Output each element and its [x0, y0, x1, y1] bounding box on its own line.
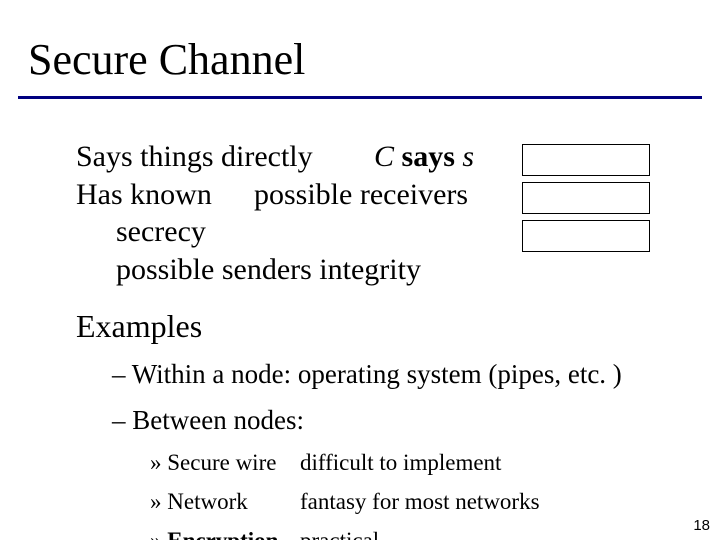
line2-left: Has known [76, 176, 254, 214]
title-underline [18, 96, 702, 99]
ss2-label: » Network [150, 486, 300, 517]
line1-left: Says things directly [76, 138, 374, 176]
slide: Secure Channel Says things directlyC say… [0, 0, 720, 540]
ss3-label: » Encryption [150, 525, 300, 540]
line1-says: says [394, 140, 462, 173]
line-has-known: Has knownpossible receivers [76, 176, 676, 214]
subexample-network: » Networkfantasy for most networks [76, 486, 676, 517]
slide-body: Says things directlyC says s Has knownpo… [76, 138, 676, 540]
line1-s: s [462, 140, 474, 173]
ss1-desc: difficult to implement [300, 450, 501, 475]
examples-heading: Examples [76, 306, 676, 346]
line-possible-senders: possible senders integrity [76, 251, 676, 289]
subexample-secure-wire: » Secure wiredifficult to implement [76, 447, 676, 478]
ss3-prefix: » [150, 528, 167, 540]
example-between-nodes: – Between nodes: [76, 402, 676, 438]
line-says-things: Says things directlyC says s [76, 138, 676, 176]
page-number: 18 [693, 517, 710, 534]
ss1-label: » Secure wire [150, 447, 300, 478]
ss3-bold: Encryption [167, 528, 278, 540]
line1-c: C [374, 140, 394, 173]
subexample-encryption: » Encryptionpractical [76, 525, 676, 540]
ss2-desc: fantasy for most networks [300, 489, 540, 514]
line-secrecy: secrecy [76, 213, 676, 251]
slide-title: Secure Channel [28, 34, 305, 85]
ss3-desc: practical [300, 528, 379, 540]
line2-right: possible receivers [254, 178, 468, 211]
example-within-node: – Within a node: operating system (pipes… [76, 356, 676, 392]
